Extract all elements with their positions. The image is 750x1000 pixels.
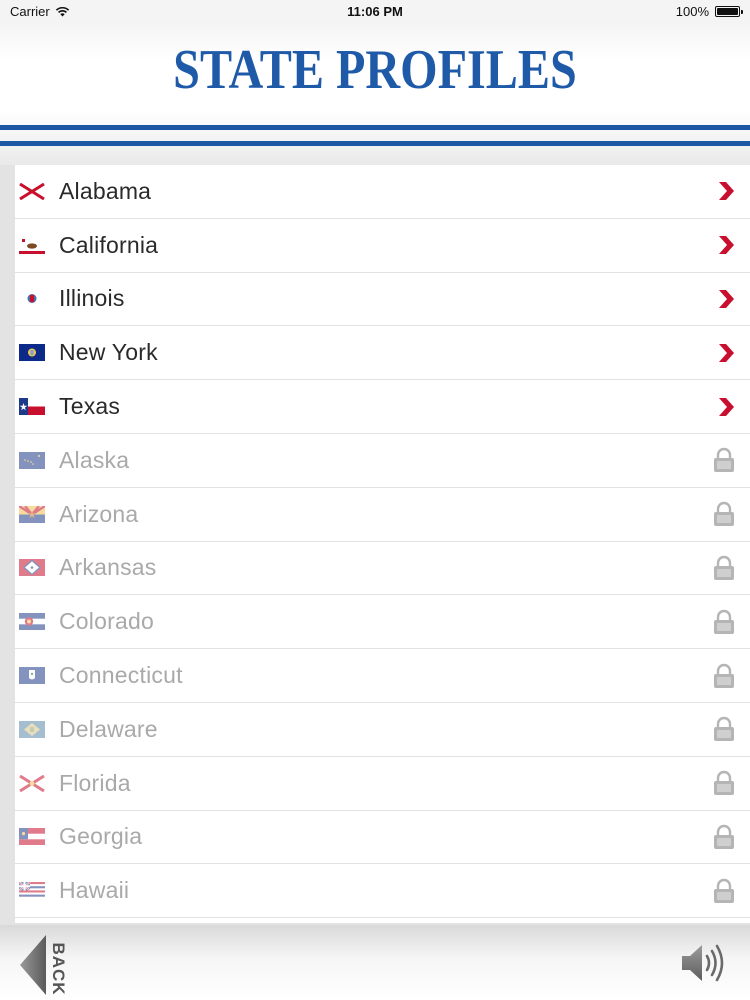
state-name: Connecticut [59,662,183,689]
header-rule-bottom [0,141,750,146]
lock-icon [714,717,734,742]
state-row-hawaii[interactable]: Hawaii [15,864,750,919]
state-name: Florida [59,769,131,796]
texas-flag [19,398,45,416]
lock-icon [714,448,734,473]
lock-icon [714,663,734,688]
state-row-california[interactable]: California [15,219,750,273]
connecticut-flag [19,667,45,685]
status-right: 100% [675,3,743,19]
new-york-flag [19,344,45,362]
battery-icon [715,5,743,17]
arkansas-flag [19,559,45,577]
state-list-container: Alabama California Illinois New York Texas Al… [0,165,750,925]
state-name: Delaware [59,715,158,742]
page-title: STATE PROFILES [173,39,577,101]
delaware-flag [19,720,45,738]
wifi-icon [55,6,69,16]
state-row-florida[interactable]: Florida [15,757,750,811]
lock-icon [714,555,734,580]
state-list[interactable]: Alabama California Illinois New York Texas Al… [15,165,750,923]
lock-icon [714,770,734,796]
florida-flag [19,774,45,792]
carrier-label: Carrier [10,3,50,19]
state-name: Illinois [59,285,125,312]
status-time: 11:06 PM [347,3,403,19]
illinois-flag [19,290,45,308]
status-bar: Carrier 11:06 PM 100% [0,0,750,22]
state-name: Texas [59,393,121,420]
header-rule-top [0,125,750,130]
colorado-flag [19,613,45,631]
chevron-right-icon [719,289,734,308]
state-name: Hawaii [59,877,130,904]
state-row-texas[interactable]: Texas [15,380,750,434]
sound-button[interactable] [680,941,726,985]
lock-icon [714,609,734,634]
state-name: New York [59,339,158,366]
alabama-flag [19,182,45,200]
state-row-colorado[interactable]: Colorado [15,595,750,650]
speaker-icon [682,944,724,982]
state-row-georgia[interactable]: Georgia [15,811,750,865]
georgia-flag [19,828,45,846]
state-name: Arizona [59,500,139,527]
chevron-right-icon [719,397,734,416]
state-name: Alabama [59,177,152,204]
state-name: California [59,231,159,258]
state-name: Arkansas [59,554,157,581]
lock-icon [714,824,734,849]
header: STATE PROFILES [0,22,750,165]
hawaii-flag [19,882,45,900]
lock-icon [714,501,734,527]
chevron-right-icon [719,182,734,201]
state-name: Colorado [59,608,154,635]
state-row-alabama[interactable]: Alabama [15,165,750,219]
lock-icon [714,878,734,903]
battery-percent: 100% [675,3,709,19]
battery-fill [717,7,738,15]
status-left: Carrier [10,4,70,19]
state-row-delaware[interactable]: Delaware [15,703,750,757]
state-row-arkansas[interactable]: Arkansas [15,542,750,596]
back-label: BACK [49,942,68,996]
state-name: Georgia [59,823,143,850]
state-name: Alaska [59,446,130,473]
state-row-new-york[interactable]: New York [15,326,750,381]
state-row-illinois[interactable]: Illinois [15,273,750,327]
alaska-flag [19,451,45,469]
state-row-alaska[interactable]: Alaska [15,434,750,488]
chevron-right-icon [719,236,734,255]
state-row-connecticut[interactable]: Connecticut [15,649,750,703]
bottom-bar: BACK [0,925,750,1000]
back-button[interactable]: BACK [18,931,78,996]
arizona-flag [19,505,45,523]
california-flag [19,236,45,254]
state-row-arizona[interactable]: Arizona [15,488,750,542]
chevron-right-icon [719,343,734,362]
